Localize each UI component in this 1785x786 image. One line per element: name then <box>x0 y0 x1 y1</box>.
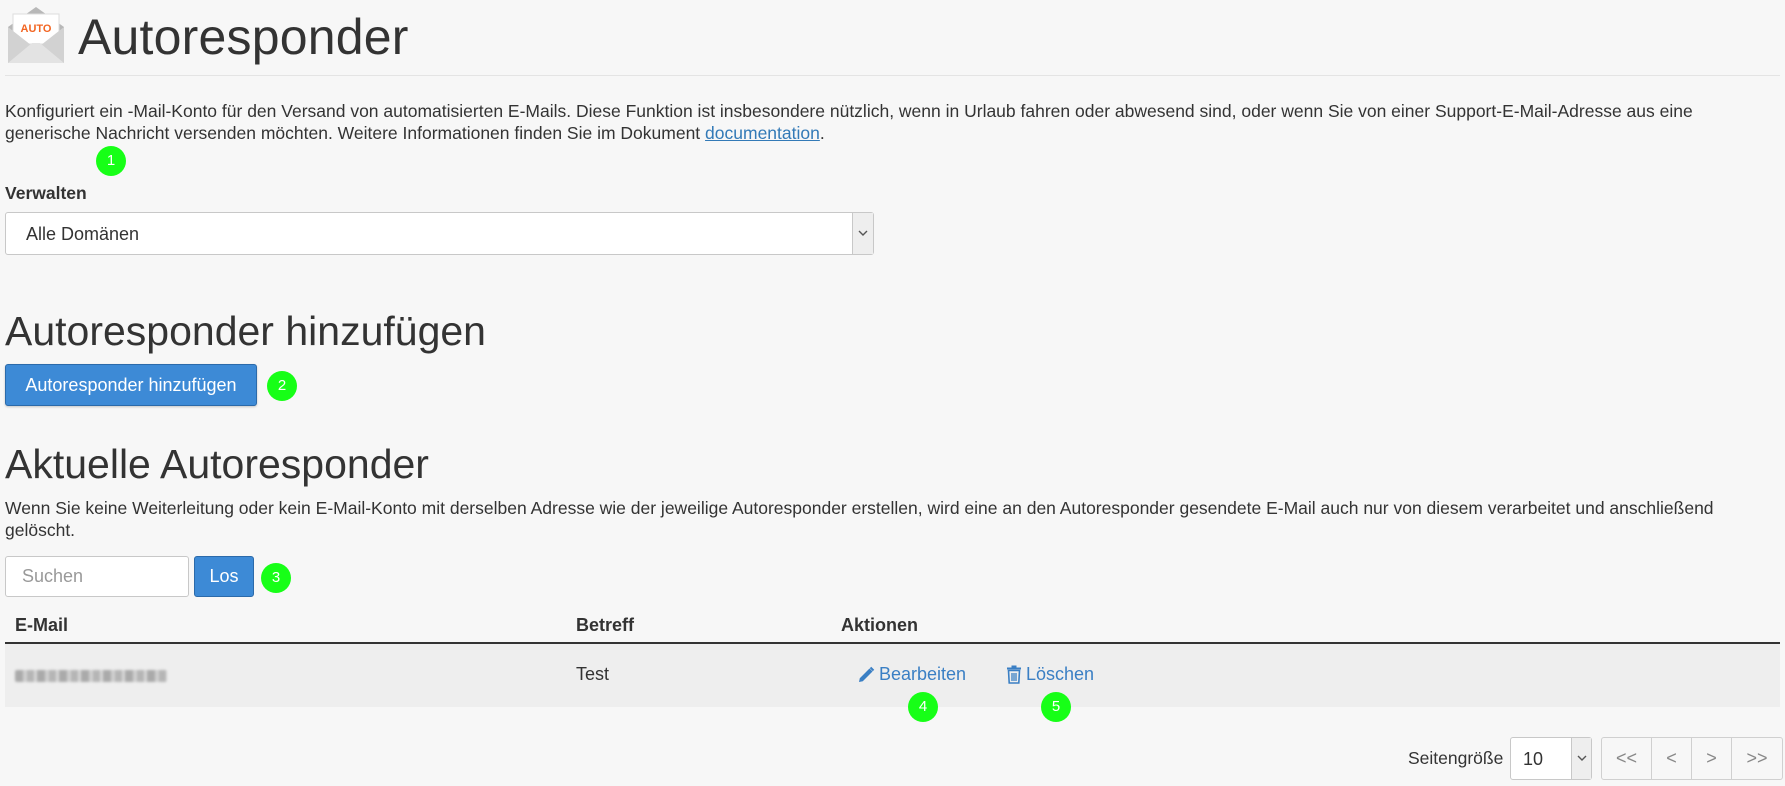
redacted-email-address <box>15 670 167 682</box>
page-description: Konfiguriert ein -Mail-Konto für den Ver… <box>5 100 1780 144</box>
page-size-select[interactable]: 10 <box>1510 737 1592 780</box>
edit-label: Bearbeiten <box>879 664 967 684</box>
current-autoresponders-heading: Aktuelle Autoresponder <box>5 441 429 487</box>
add-autoresponder-button[interactable]: Autoresponder hinzufügen <box>5 364 257 406</box>
documentation-link[interactable]: documentation <box>705 123 820 143</box>
search-go-button[interactable]: Los <box>194 556 254 597</box>
manage-label: Verwalten <box>5 183 87 203</box>
row-subject: Test <box>576 664 610 684</box>
domain-select-value: Alle Domänen <box>26 224 140 244</box>
chevron-down-icon <box>1577 755 1587 761</box>
annotation-badge-1: 1 <box>96 146 126 176</box>
annotation-badge-5: 5 <box>1041 692 1071 722</box>
next-page-button[interactable]: > <box>1692 738 1732 779</box>
column-header-actions: Aktionen <box>841 615 919 635</box>
table-header: E-Mail Betreff Aktionen <box>5 605 1780 644</box>
annotation-badge-2: 2 <box>267 371 297 401</box>
last-page-button[interactable]: >> <box>1732 738 1782 779</box>
page: AUTO Autoresponder Konfiguriert ein -Mai… <box>5 0 1783 780</box>
column-header-subject[interactable]: Betreff <box>576 615 634 636</box>
previous-page-button[interactable]: < <box>1652 738 1692 779</box>
autoresponder-envelope-icon: AUTO <box>8 7 64 63</box>
page-size-value: 10 <box>1523 749 1544 769</box>
domain-select[interactable]: Alle Domänen <box>5 212 874 255</box>
pencil-icon <box>859 666 875 682</box>
search-input[interactable] <box>5 556 189 597</box>
annotation-badge-4: 4 <box>908 692 938 722</box>
table-row: Test Bearbeiten Löschen <box>5 644 1780 707</box>
add-autoresponder-heading: Autoresponder hinzufügen <box>5 308 486 354</box>
current-autoresponders-info: Wenn Sie keine Weiterleitung oder kein E… <box>5 498 1714 540</box>
page-size-label: Seitengröße <box>1408 748 1504 768</box>
trash-icon <box>1007 665 1021 684</box>
annotation-badge-3: 3 <box>261 563 291 593</box>
domain-select-toggle[interactable] <box>852 213 873 254</box>
delete-autoresponder-link[interactable]: Löschen <box>1006 664 1094 685</box>
chevron-down-icon <box>858 230 868 236</box>
svg-text:AUTO: AUTO <box>21 23 52 35</box>
delete-label: Löschen <box>1026 664 1095 684</box>
column-header-email[interactable]: E-Mail <box>15 615 68 636</box>
page-header: AUTO Autoresponder <box>5 0 1780 76</box>
pagination-controls: << < > >> <box>1601 737 1783 780</box>
page-title: Autoresponder <box>78 9 409 65</box>
description-tail: . <box>819 123 825 143</box>
first-page-button[interactable]: << <box>1602 738 1652 779</box>
autoresponder-table: E-Mail Betreff Aktionen Test Bearbeiten … <box>5 605 1780 707</box>
page-size-toggle[interactable] <box>1571 738 1591 779</box>
edit-autoresponder-link[interactable]: Bearbeiten <box>857 664 966 685</box>
description-text: Konfiguriert ein -Mail-Konto für den Ver… <box>5 101 1693 143</box>
